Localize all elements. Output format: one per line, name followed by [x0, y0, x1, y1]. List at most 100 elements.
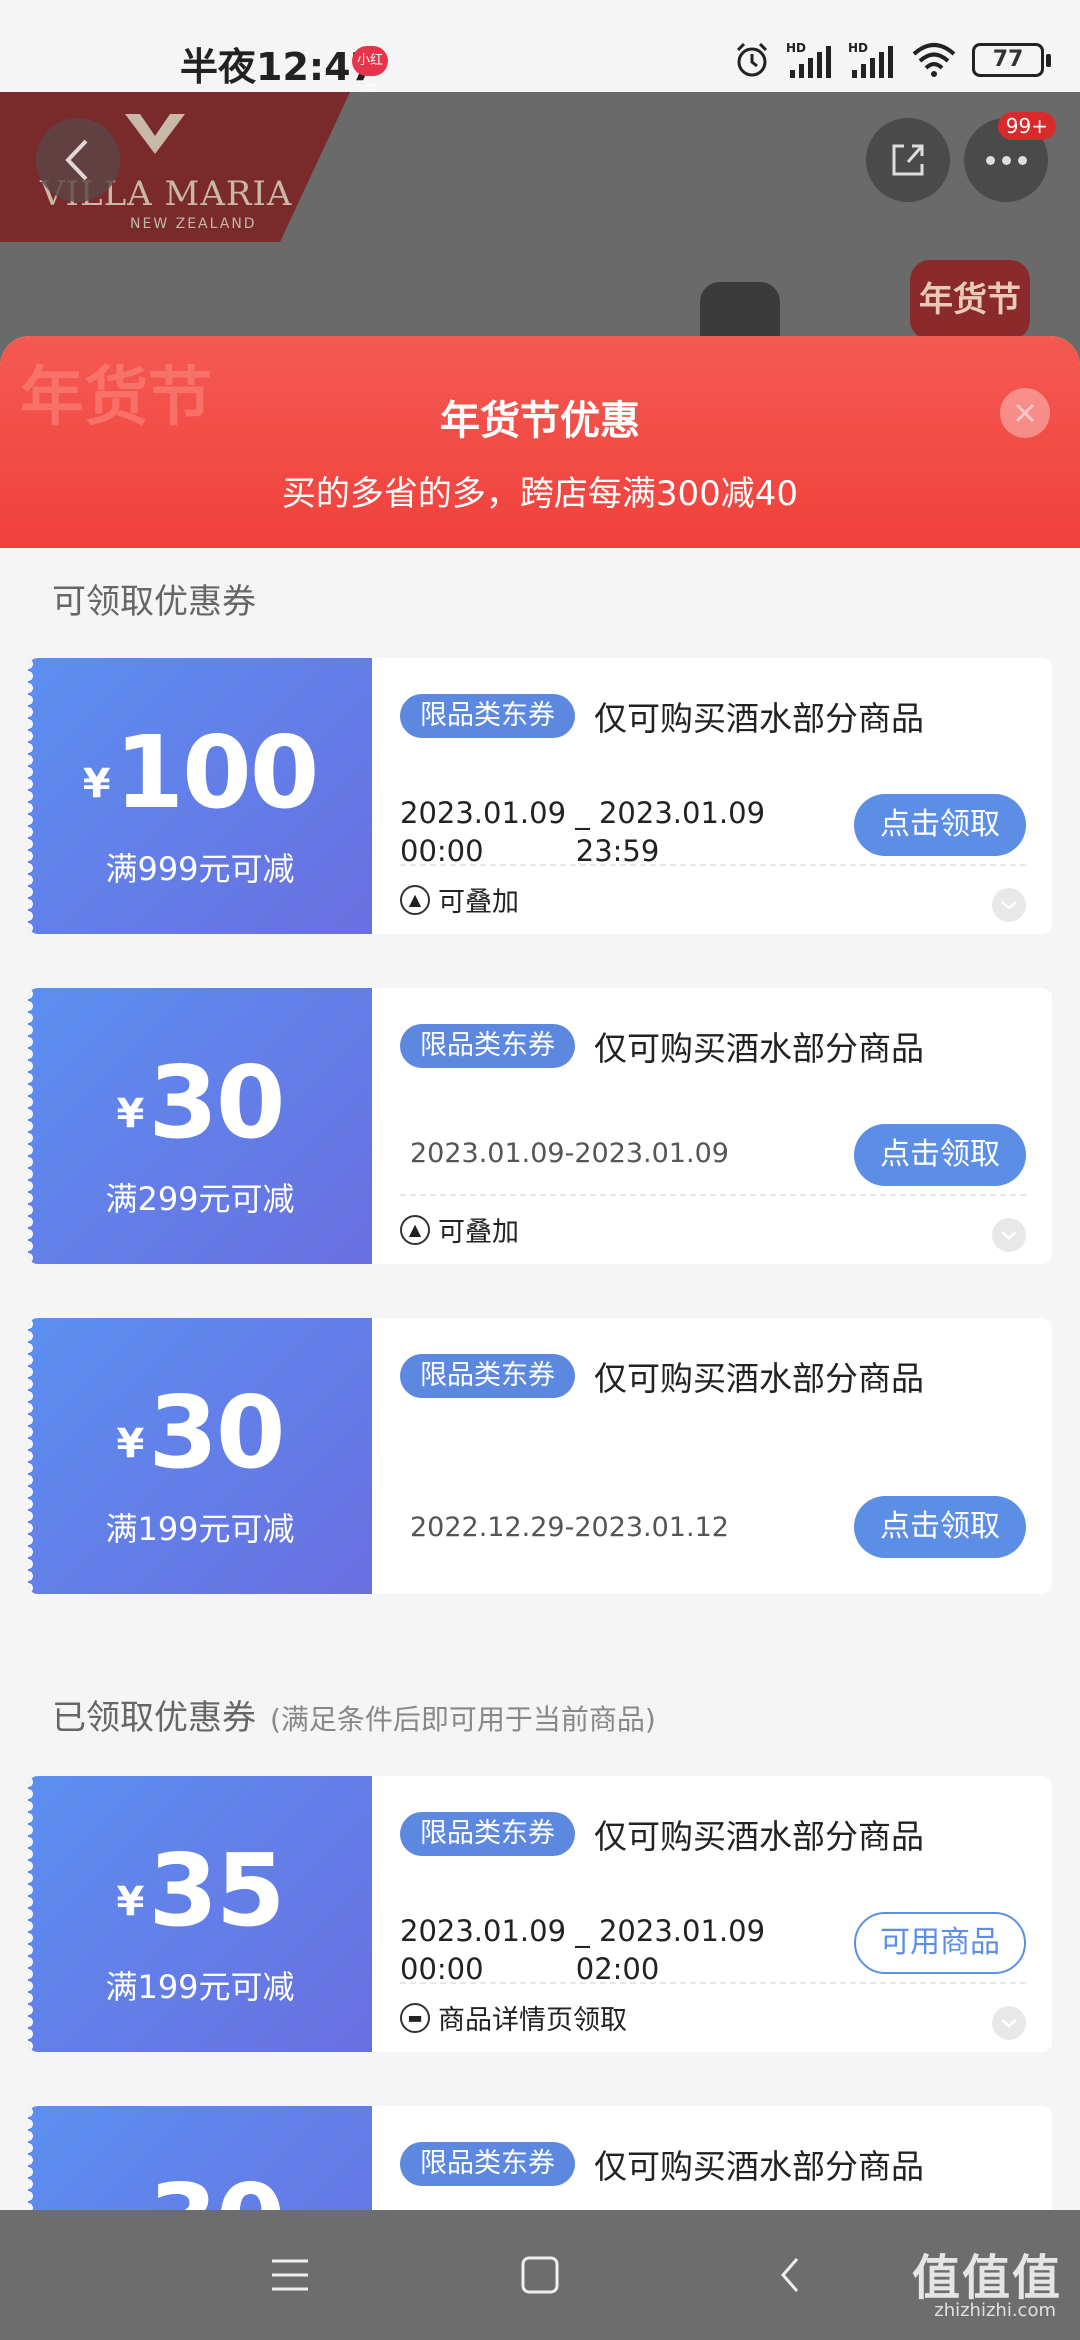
chevron-down-icon[interactable]	[992, 888, 1026, 922]
festival-tag: 年货节	[910, 260, 1030, 340]
close-button[interactable]	[1000, 388, 1050, 438]
received-title: 已领取优惠券	[52, 1698, 256, 1738]
divider	[400, 1194, 1026, 1196]
watermark-url: zhizhizhi.com	[934, 2300, 1056, 2321]
coupon-value-panel: ¥100 满999元可减	[28, 658, 372, 934]
validity-dates: 2023.01.09 _ 2023.01.09	[400, 1914, 766, 1948]
coupon-category-tag: 限品类东券	[400, 2142, 575, 2186]
currency-symbol: ¥	[116, 1091, 145, 1137]
stackable-label: 可叠加	[438, 887, 519, 918]
received-coupons-title: 已领取优惠券 (满足条件后即可用于当前商品)	[52, 1690, 656, 1739]
home-button[interactable]	[510, 2250, 570, 2300]
coupon-amount: 100	[114, 714, 320, 831]
coupon-validity: 2023.01.09-2023.01.09	[410, 1138, 729, 1169]
divider	[400, 864, 1026, 866]
coupon-category-tag: 限品类东券	[400, 694, 575, 738]
watermark-logo: 值值值	[911, 2250, 1062, 2306]
modal-subtitle: 买的多省的多，跨店每满300减40	[281, 474, 799, 514]
currency-symbol: ¥	[82, 761, 111, 807]
status-time: 半夜12:47	[180, 45, 377, 89]
back-nav-button[interactable]	[760, 2250, 820, 2300]
back-icon	[781, 2258, 799, 2292]
coupon-amount: 30	[148, 1044, 285, 1161]
app-notification-badge: 小红书	[352, 46, 388, 98]
coupon-threshold: 满199元可减	[105, 1510, 295, 1548]
coupon-description: 仅可购买酒水部分商品	[594, 1359, 924, 1398]
coupon-amount: 30	[148, 2162, 285, 2210]
home-icon	[521, 2256, 559, 2294]
close-icon	[1015, 403, 1035, 423]
signal-hd-icon: HD	[848, 40, 896, 80]
coupon-description: 仅可购买酒水部分商品	[594, 2147, 924, 2186]
svg-text:HD: HD	[786, 41, 806, 55]
modal-header: 年货节 年货节优惠 买的多省的多，跨店每满300减40	[0, 336, 1080, 548]
claim-button[interactable]: 点击领取	[854, 794, 1026, 856]
modal-title: 年货节优惠	[440, 398, 640, 444]
usable-products-button[interactable]: 可用商品	[854, 1912, 1026, 1974]
claim-source-label: 商品详情页领取	[438, 2005, 627, 2036]
divider	[400, 1982, 1026, 1984]
coupon-card: ¥30 限品类东券 仅可购买酒水部分商品	[28, 2106, 1052, 2210]
share-icon	[892, 144, 924, 176]
back-button[interactable]	[36, 118, 120, 202]
coupon-card: ¥100 满999元可减 限品类东券 仅可购买酒水部分商品 2023.01.09…	[28, 658, 1052, 934]
coupon-validity: 2022.12.29-2023.01.12	[410, 1512, 729, 1543]
coupon-threshold: 满199元可减	[105, 1968, 295, 2006]
coupon-card: ¥30 满199元可减 限品类东券 仅可购买酒水部分商品 2022.12.29-…	[28, 1318, 1052, 1594]
share-button[interactable]	[866, 118, 950, 202]
coupon-card: ¥35 满199元可减 限品类东券 仅可购买酒水部分商品 2023.01.09 …	[28, 1776, 1052, 2052]
dot	[1001, 155, 1011, 165]
coupon-threshold: 满999元可减	[105, 850, 295, 888]
dot	[985, 155, 995, 165]
status-bar: 半夜12:47 小红书 HD HD 77	[0, 0, 1080, 98]
coupon-card: ¥30 满299元可减 限品类东券 仅可购买酒水部分商品 2023.01.09-…	[28, 988, 1052, 1264]
svg-text:HD: HD	[848, 41, 868, 55]
stackable-info: ▲ 可叠加	[400, 880, 519, 919]
stackable-label: 可叠加	[438, 1217, 519, 1248]
brand-subtitle: NEW ZEALAND	[130, 216, 257, 232]
chevron-left-icon	[65, 139, 88, 181]
coupon-validity: 2023.01.09 _ 2023.01.09 00:00 23:59	[400, 794, 765, 870]
coupon-category-tag: 限品类东券	[400, 1024, 575, 1068]
ticket-icon: ▬	[400, 2002, 430, 2033]
claim-source-info: ▬ 商品详情页领取	[400, 1998, 627, 2037]
coupon-value-panel: ¥35 满199元可减	[28, 1776, 372, 2052]
chevron-down-icon[interactable]	[992, 2006, 1026, 2040]
menu-button[interactable]	[260, 2250, 320, 2300]
stack-icon: ▲	[400, 884, 430, 915]
coupon-description: 仅可购买酒水部分商品	[594, 699, 924, 738]
coupon-amount: 30	[148, 1374, 285, 1491]
alarm-icon	[732, 40, 772, 80]
chevron-down-icon[interactable]	[992, 1218, 1026, 1252]
status-icons: HD HD 77	[732, 36, 1051, 84]
coupon-description: 仅可购买酒水部分商品	[594, 1817, 924, 1856]
coupon-amount: 35	[148, 1832, 285, 1949]
currency-symbol: ¥	[116, 1879, 145, 1925]
signal-hd-icon: HD	[786, 40, 834, 80]
coupon-description: 仅可购买酒水部分商品	[594, 1029, 924, 1068]
claim-button[interactable]: 点击领取	[854, 1124, 1026, 1186]
claim-button[interactable]: 点击领取	[854, 1496, 1026, 1558]
message-count-badge: 99+	[997, 112, 1056, 140]
wifi-icon	[910, 40, 958, 80]
coupon-category-tag: 限品类东券	[400, 1812, 575, 1856]
coupon-threshold: 满299元可减	[105, 1180, 295, 1218]
currency-symbol: ¥	[116, 1421, 145, 1467]
stack-icon: ▲	[400, 1214, 430, 1245]
coupon-value-panel: ¥30 满299元可减	[28, 988, 372, 1264]
coupon-category-tag: 限品类东券	[400, 1354, 575, 1398]
menu-icon	[272, 2259, 308, 2291]
brand-logo-icon	[125, 114, 185, 154]
validity-dates: 2023.01.09 _ 2023.01.09	[400, 796, 766, 830]
coupon-validity: 2023.01.09 _ 2023.01.09 00:00 02:00	[400, 1912, 765, 1988]
more-button[interactable]: 99+	[964, 112, 1056, 202]
system-navigation-bar: 值值值 zhizhizhi.com	[0, 2210, 1080, 2340]
available-coupons-title: 可领取优惠券	[52, 582, 256, 622]
dot	[1017, 155, 1027, 165]
battery-indicator: 77	[972, 43, 1051, 77]
coupon-value-panel: ¥30	[28, 2106, 372, 2210]
coupon-modal: 年货节 年货节优惠 买的多省的多，跨店每满300减40 可领取优惠券 ¥100 …	[0, 336, 1080, 2210]
received-note: (满足条件后即可用于当前商品)	[270, 1703, 656, 1736]
stackable-info: ▲ 可叠加	[400, 1210, 519, 1249]
coupon-value-panel: ¥30 满199元可减	[28, 1318, 372, 1594]
